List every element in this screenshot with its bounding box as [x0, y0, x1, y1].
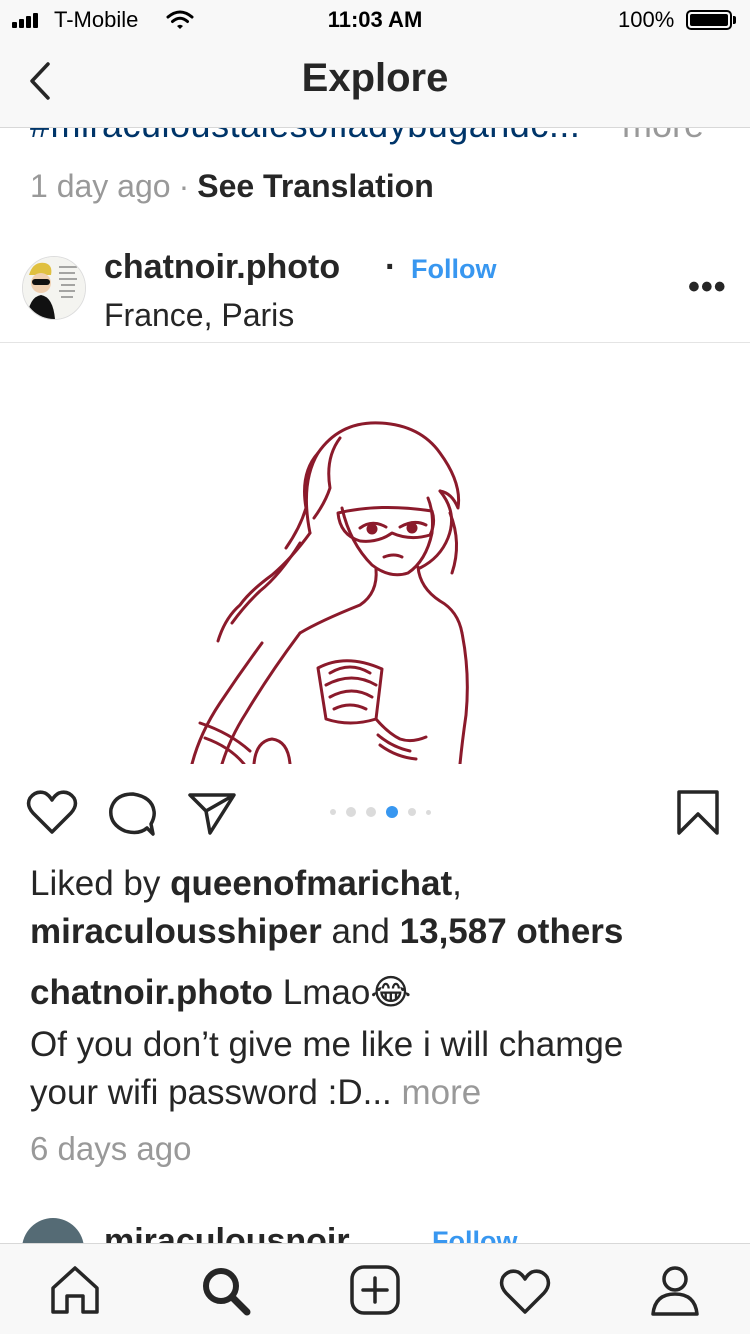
likes-summary: Liked by queenofmarichat, — [30, 864, 462, 904]
profile-icon[interactable] — [647, 1262, 703, 1318]
carousel-dot — [366, 807, 376, 817]
page-title: Explore — [301, 56, 449, 100]
liked-by-label: Liked by — [30, 864, 161, 903]
post-image[interactable] — [0, 343, 750, 764]
caption-username[interactable]: chatnoir.photo — [30, 973, 273, 1012]
carousel-dot — [426, 809, 431, 815]
caption-text: Lmao — [282, 973, 371, 1012]
post-username[interactable]: chatnoir.photo — [104, 248, 340, 287]
liker-username[interactable]: queenofmarichat — [170, 864, 452, 903]
more-link[interactable]: more — [622, 128, 704, 146]
caption-text-line: Of you don’t give me like i will chamge — [30, 1025, 624, 1064]
post-timestamp: 6 days ago — [30, 1130, 192, 1167]
more-options-button[interactable]: ••• — [688, 268, 727, 307]
likes-summary-continued: miraculousshiper and 13,587 others — [30, 912, 623, 952]
search-icon[interactable] — [197, 1262, 253, 1318]
likes-count[interactable]: 13,587 others — [400, 912, 624, 951]
laughing-emoji: 😂 — [370, 973, 412, 1012]
carousel-dot — [330, 809, 336, 815]
more-link[interactable]: more — [402, 1073, 482, 1112]
caption-text-line: your wifi password :D... more — [30, 1073, 481, 1113]
caption: chatnoir.photo Lmao😂 — [30, 973, 411, 1013]
hashtag-link[interactable]: #miraculoustalesofladybugandc... — [30, 128, 580, 146]
add-post-icon[interactable] — [347, 1262, 403, 1318]
battery-icon — [686, 10, 732, 30]
home-icon[interactable] — [47, 1262, 103, 1318]
and-label: and — [331, 912, 390, 951]
save-bookmark-icon[interactable] — [676, 789, 720, 837]
comma: , — [452, 864, 462, 903]
see-translation-button[interactable]: See Translation — [197, 168, 434, 204]
carousel-dot — [346, 807, 356, 817]
previous-post-timestamp: 1 day ago — [30, 168, 171, 204]
battery-cap — [733, 16, 736, 24]
carousel-dot — [408, 808, 416, 816]
battery-percentage: 100% — [618, 7, 675, 32]
previous-post-meta: 1 day ago · See Translation — [30, 168, 434, 205]
like-heart-icon[interactable] — [26, 788, 78, 836]
carousel-dot-active — [386, 806, 398, 818]
avatar[interactable] — [22, 256, 86, 320]
previous-caption-clip: #miraculoustalesofladybugandc... more — [0, 128, 750, 154]
share-icon[interactable] — [187, 790, 237, 836]
post-location[interactable]: France, Paris — [104, 297, 294, 334]
drawing-illustration — [190, 421, 469, 764]
caption-text-line-end: your wifi password :D... — [30, 1073, 392, 1112]
comment-icon[interactable] — [107, 790, 157, 838]
avatar-image — [23, 257, 85, 319]
liker-username[interactable]: miraculousshiper — [30, 912, 322, 951]
separator-dot: · — [385, 248, 397, 286]
separator-dot: · — [178, 168, 190, 204]
activity-heart-icon[interactable] — [497, 1262, 553, 1318]
follow-button[interactable]: Follow — [411, 254, 496, 285]
